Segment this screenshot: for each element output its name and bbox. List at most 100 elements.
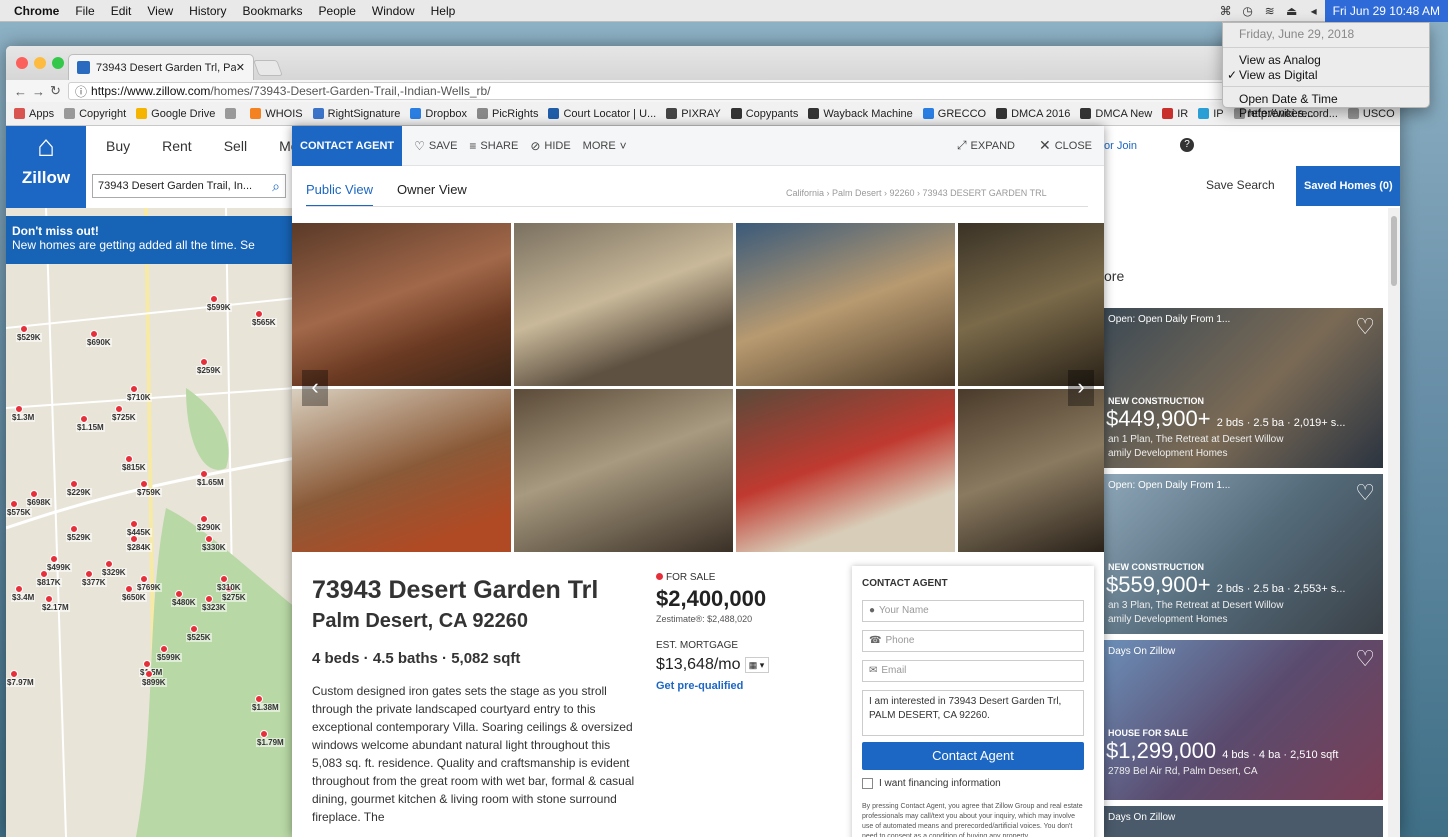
map-price-label[interactable]: $275K — [221, 593, 247, 602]
close-window-button[interactable] — [16, 57, 28, 69]
map-marker[interactable] — [125, 455, 133, 463]
map-marker[interactable] — [70, 480, 78, 488]
join-link[interactable]: or Join — [1104, 140, 1137, 152]
map-marker[interactable] — [260, 730, 268, 738]
volume-icon[interactable]: ◂ — [1303, 4, 1325, 18]
name-field[interactable]: ● Your Name — [862, 600, 1084, 622]
map-price-label[interactable]: $323K — [201, 603, 227, 612]
map-marker[interactable] — [45, 595, 53, 603]
map-marker[interactable] — [205, 595, 213, 603]
map-marker[interactable] — [125, 585, 133, 593]
map-price-label[interactable]: $1.65M — [196, 478, 225, 487]
photo-office[interactable] — [292, 223, 511, 386]
bookmark-item[interactable]: DMCA New — [1080, 108, 1152, 120]
save-search-button[interactable]: Save Search — [1206, 178, 1275, 192]
map-price-label[interactable]: $377K — [81, 578, 107, 587]
map-marker[interactable] — [140, 480, 148, 488]
datetime-preferences-item[interactable]: Open Date & Time Preferences... — [1223, 91, 1429, 120]
browser-tab[interactable]: 73943 Desert Garden Trl, Palm Desert ✕ — [68, 54, 254, 80]
zillow-search-input[interactable]: 73943 Desert Garden Trail, In... ⌕ — [92, 174, 286, 198]
bookmark-item[interactable]: IR — [1162, 108, 1188, 120]
info-icon[interactable]: ⓘ — [75, 83, 87, 100]
hide-button[interactable]: ⊘ HIDE — [530, 139, 570, 153]
bookmark-item[interactable]: IP — [1198, 108, 1224, 120]
map-price-label[interactable]: $290K — [196, 523, 222, 532]
heart-icon[interactable]: ♡ — [1355, 646, 1375, 672]
nav-buy[interactable]: Buy — [106, 138, 130, 154]
expand-button[interactable]: ⤢ EXPAND — [957, 137, 1015, 154]
back-arrow-icon[interactable]: ← — [14, 84, 32, 99]
menu-chrome[interactable]: Chrome — [14, 4, 59, 18]
menubar-clock[interactable]: Fri Jun 29 10:48 AM — [1324, 0, 1448, 22]
bookmark-item[interactable]: Dropbox — [410, 108, 467, 120]
photo-living-1[interactable] — [958, 223, 1104, 386]
map-marker[interactable] — [130, 535, 138, 543]
map-price-label[interactable]: $229K — [66, 488, 92, 497]
map-marker[interactable] — [145, 670, 153, 678]
gallery-prev-arrow-icon[interactable]: ‹ — [302, 370, 328, 406]
map-marker[interactable] — [130, 385, 138, 393]
view-as-digital-item[interactable]: ✓ View as Digital — [1223, 67, 1429, 82]
map-price-label[interactable]: $769K — [136, 583, 162, 592]
map-marker[interactable] — [205, 535, 213, 543]
map-marker[interactable] — [200, 470, 208, 478]
breadcrumb[interactable]: California › Palm Desert › 92260 › 73943… — [786, 188, 1047, 198]
zillow-logo[interactable]: ⌂ Zillow — [6, 126, 86, 208]
new-homes-banner[interactable]: Don't miss out! New homes are getting ad… — [6, 216, 296, 264]
bookmark-item[interactable] — [225, 108, 240, 119]
zoom-window-button[interactable] — [52, 57, 64, 69]
map-marker[interactable] — [105, 560, 113, 568]
minimize-window-button[interactable] — [34, 57, 46, 69]
map-marker[interactable] — [140, 575, 148, 583]
bookmark-item[interactable]: GRECCO — [922, 108, 986, 120]
map-price-label[interactable]: $690K — [86, 338, 112, 347]
zestimate[interactable]: Zestimate®: $2,488,020 — [656, 614, 752, 624]
map-marker[interactable] — [143, 660, 151, 668]
map-marker[interactable] — [175, 590, 183, 598]
map-marker[interactable] — [90, 330, 98, 338]
map-marker[interactable] — [85, 570, 93, 578]
map-price-label[interactable]: $698K — [26, 498, 52, 507]
map-price-label[interactable]: $815K — [121, 463, 147, 472]
map-marker[interactable] — [10, 500, 18, 508]
contact-agent-tab[interactable]: CONTACT AGENT — [292, 126, 403, 166]
map-price-label[interactable]: $759K — [136, 488, 162, 497]
map-price-label[interactable]: $650K — [121, 593, 147, 602]
url-field[interactable]: ⓘ https://www.zillow.com/homes/73943-Des… — [68, 82, 1392, 100]
map-price-label[interactable]: $599K — [156, 653, 182, 662]
close-button[interactable]: ✕ CLOSE — [1039, 137, 1092, 154]
saved-homes-button[interactable]: Saved Homes (0) — [1296, 166, 1400, 206]
bookmark-item[interactable]: RightSignature — [312, 108, 400, 120]
map-price-label[interactable]: $529K — [16, 333, 42, 342]
close-tab-icon[interactable]: ✕ — [236, 61, 245, 74]
map-price-label[interactable]: $329K — [101, 568, 127, 577]
map-marker[interactable] — [210, 295, 218, 303]
map-marker[interactable] — [10, 670, 18, 678]
map-marker[interactable] — [160, 645, 168, 653]
financing-option[interactable]: I want financing information — [862, 778, 1001, 789]
bookmark-item[interactable]: PicRights — [477, 108, 538, 120]
map-marker[interactable] — [255, 310, 263, 318]
map-price-label[interactable]: $899K — [141, 678, 167, 687]
map-price-label[interactable]: $7.97M — [6, 678, 35, 687]
bookmark-item[interactable]: Court Locator | U... — [548, 108, 656, 120]
bookmark-item[interactable]: WHOIS — [250, 108, 303, 120]
map-price-label[interactable]: $284K — [126, 543, 152, 552]
results-scrollbar[interactable] — [1388, 208, 1400, 837]
listing-card[interactable]: Open: Open Daily From 1... ♡ NEW CONSTRU… — [1104, 308, 1383, 468]
menu-history[interactable]: History — [189, 4, 226, 18]
tab-public-view[interactable]: Public View — [306, 182, 373, 207]
heart-icon[interactable]: ♡ — [1355, 314, 1375, 340]
bluetooth-icon[interactable]: ⌘ — [1215, 4, 1237, 18]
view-as-analog-item[interactable]: View as Analog — [1223, 52, 1429, 67]
map-price-label[interactable]: $1.38M — [251, 703, 280, 712]
map-price-label[interactable]: $1.79M — [256, 738, 285, 747]
map-price-label[interactable]: $725K — [111, 413, 137, 422]
gallery-next-arrow-icon[interactable]: › — [1068, 370, 1094, 406]
map-price-label[interactable]: $565K — [251, 318, 277, 327]
menu-view[interactable]: View — [147, 4, 173, 18]
map-marker[interactable] — [200, 358, 208, 366]
bookmark-item[interactable]: DMCA 2016 — [996, 108, 1070, 120]
share-button[interactable]: ≡ SHARE — [469, 139, 518, 153]
scrollbar-thumb[interactable] — [1391, 216, 1397, 286]
